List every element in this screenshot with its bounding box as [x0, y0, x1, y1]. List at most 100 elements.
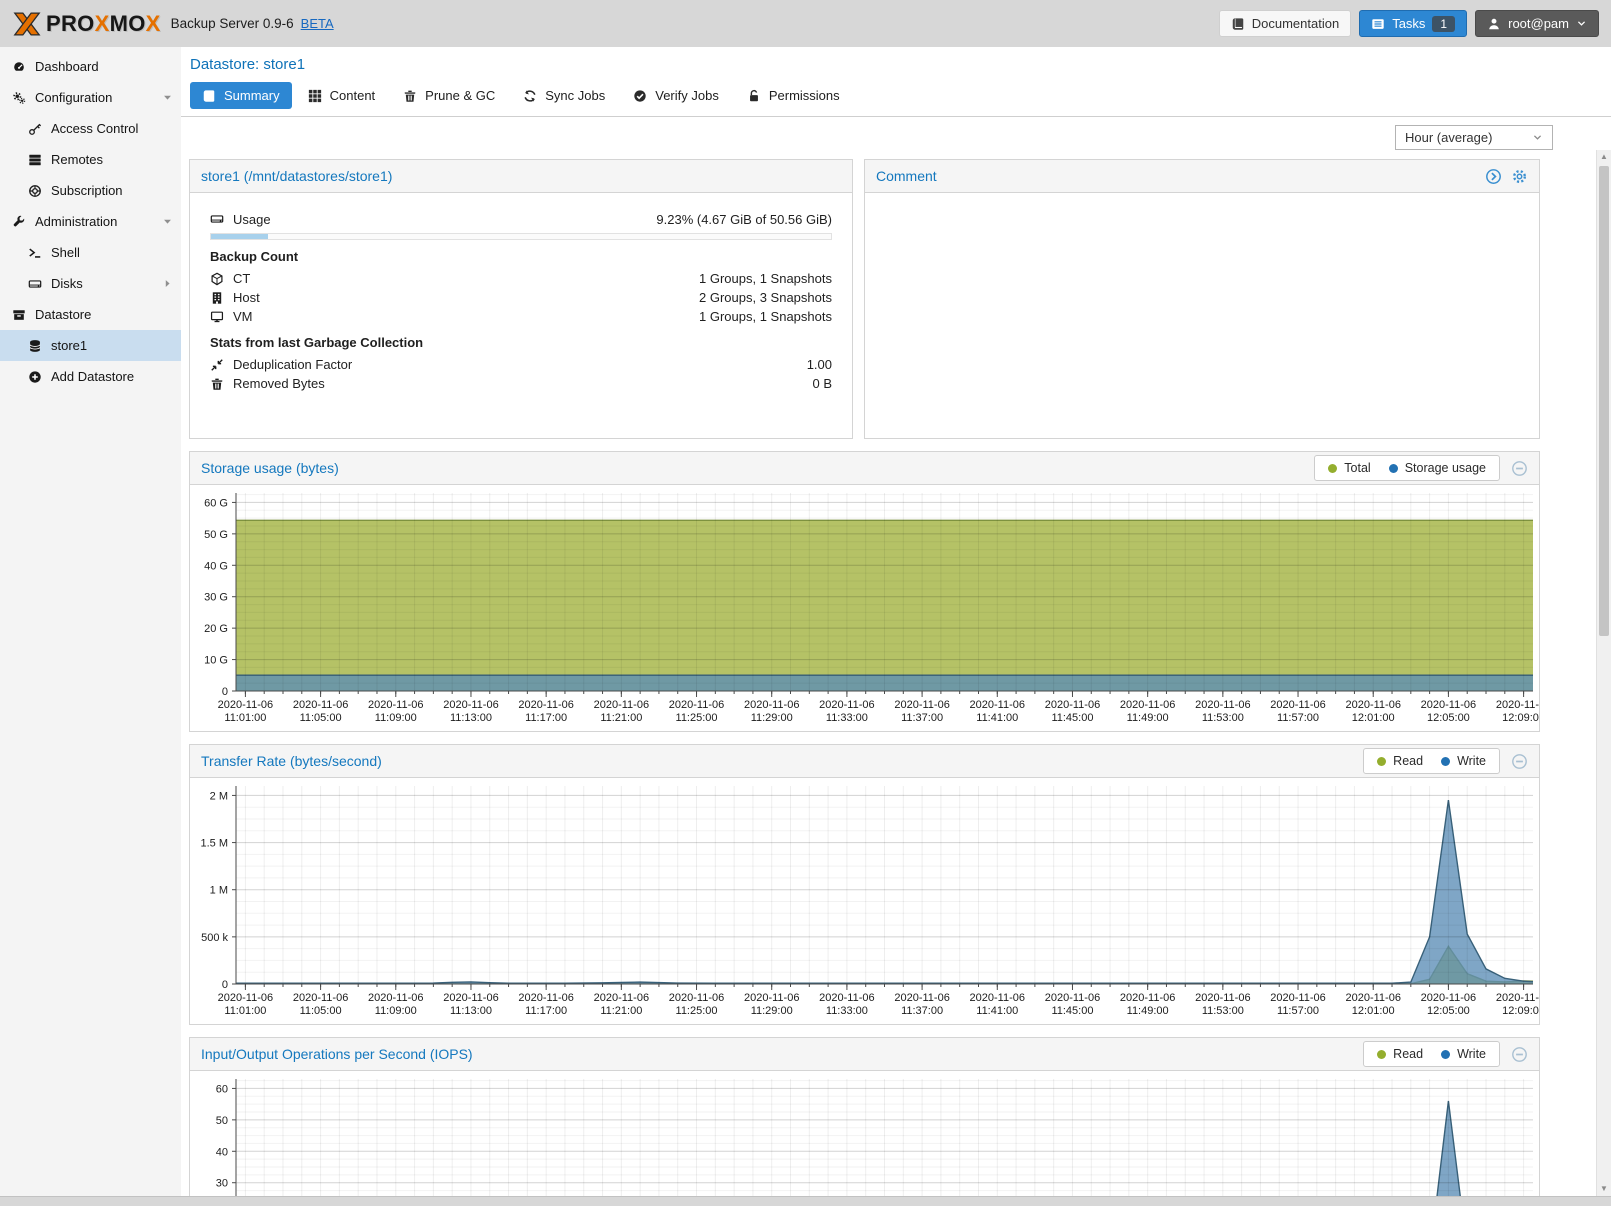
- legend-label: Write: [1457, 754, 1486, 768]
- minus-circle-icon[interactable]: [1511, 753, 1528, 770]
- legend-label: Storage usage: [1405, 461, 1486, 475]
- svg-text:0: 0: [222, 979, 228, 991]
- legend-item-write[interactable]: Write: [1441, 754, 1486, 768]
- chart-title: Input/Output Operations per Second (IOPS…: [201, 1046, 473, 1062]
- legend-item-write[interactable]: Write: [1441, 1047, 1486, 1061]
- sidebar-item-subscription[interactable]: Subscription: [0, 175, 181, 206]
- gauge-icon: [12, 60, 26, 74]
- sidebar-item-dashboard[interactable]: Dashboard: [0, 51, 181, 82]
- svg-text:0: 0: [222, 686, 228, 698]
- svg-text:30 G: 30 G: [204, 592, 228, 604]
- user-menu-button[interactable]: root@pam: [1475, 10, 1599, 37]
- tasks-count-badge: 1: [1432, 16, 1455, 32]
- svg-text:12:05:00: 12:05:00: [1427, 1005, 1470, 1017]
- tab-prune-gc[interactable]: Prune & GC: [391, 82, 507, 109]
- legend-item-read[interactable]: Read: [1377, 754, 1423, 768]
- sidebar-item-datastore[interactable]: Datastore: [0, 299, 181, 330]
- stat-label: VM: [233, 309, 253, 324]
- sidebar-item-add-datastore[interactable]: Add Datastore: [0, 361, 181, 392]
- trash-icon: [403, 89, 417, 103]
- caret-right-icon[interactable]: [162, 278, 173, 289]
- chart-legend: Total Storage usage: [1314, 455, 1500, 481]
- svg-text:11:37:00: 11:37:00: [901, 712, 943, 724]
- sidebar-item-label: Access Control: [51, 121, 173, 136]
- scroll-down-arrow[interactable]: ▼: [1597, 1182, 1611, 1196]
- svg-text:11:01:00: 11:01:00: [224, 712, 266, 724]
- svg-text:11:05:00: 11:05:00: [300, 712, 342, 724]
- terminal-icon: [28, 246, 42, 260]
- svg-text:40: 40: [216, 1146, 228, 1158]
- scroll-up-arrow[interactable]: ▲: [1597, 150, 1611, 164]
- chevron-circle-right-icon[interactable]: [1485, 168, 1502, 185]
- sidebar-item-label: Remotes: [51, 152, 173, 167]
- check-circle-icon: [633, 89, 647, 103]
- svg-text:2020-11-06: 2020-11-06: [518, 992, 573, 1004]
- tab-content[interactable]: Content: [296, 82, 388, 109]
- svg-text:11:21:00: 11:21:00: [600, 712, 642, 724]
- scrollbar-thumb[interactable]: [1599, 166, 1609, 636]
- toolbar: Hour (average): [181, 117, 1611, 157]
- legend-dot: [1389, 464, 1398, 473]
- legend-dot: [1377, 757, 1386, 766]
- server-list-icon: [28, 153, 42, 167]
- cube-icon: [210, 272, 224, 286]
- stat-row-deduplication-factor: Deduplication Factor1.00: [210, 355, 832, 374]
- tab-permissions[interactable]: Permissions: [735, 82, 852, 109]
- svg-text:11:53:00: 11:53:00: [1202, 712, 1244, 724]
- stat-value: 2 Groups, 3 Snapshots: [699, 290, 832, 305]
- tab-label: Summary: [224, 88, 280, 103]
- key-icon: [28, 122, 42, 136]
- sidebar-item-store1[interactable]: store1: [0, 330, 181, 361]
- minus-circle-icon[interactable]: [1511, 460, 1528, 477]
- svg-text:11:45:00: 11:45:00: [1051, 712, 1093, 724]
- stat-label: Host: [233, 290, 260, 305]
- chart-legend: Read Write: [1363, 1041, 1500, 1067]
- svg-text:2020-11-06: 2020-11-06: [1195, 992, 1250, 1004]
- legend-label: Read: [1393, 754, 1423, 768]
- legend-item-total[interactable]: Total: [1328, 461, 1370, 475]
- svg-text:11:33:00: 11:33:00: [826, 712, 868, 724]
- sidebar-item-label: Add Datastore: [51, 369, 173, 384]
- chart-legend: Read Write: [1363, 748, 1500, 774]
- svg-text:2020-11-06: 2020-11-06: [594, 699, 649, 711]
- tab-summary[interactable]: Summary: [190, 82, 292, 109]
- svg-text:2020-11-06: 2020-11-06: [218, 992, 273, 1004]
- sidebar-item-configuration[interactable]: Configuration: [0, 82, 181, 113]
- tab-sync-jobs[interactable]: Sync Jobs: [511, 82, 617, 109]
- svg-text:12:05:00: 12:05:00: [1427, 712, 1470, 724]
- legend-item-read[interactable]: Read: [1377, 1047, 1423, 1061]
- documentation-button[interactable]: Documentation: [1219, 10, 1351, 37]
- svg-text:11:29:00: 11:29:00: [751, 1005, 793, 1017]
- beta-link[interactable]: BETA: [301, 16, 334, 31]
- sidebar-item-access-control[interactable]: Access Control: [0, 113, 181, 144]
- caret-down-icon[interactable]: [162, 92, 173, 103]
- timeframe-select[interactable]: Hour (average): [1395, 125, 1553, 150]
- sidebar-item-disks[interactable]: Disks: [0, 268, 181, 299]
- comment-body[interactable]: [865, 193, 1539, 439]
- minus-circle-icon[interactable]: [1511, 1046, 1528, 1063]
- sidebar-item-administration[interactable]: Administration: [0, 206, 181, 237]
- storage-usage-panel: Storage usage (bytes)TotalStorage usage …: [189, 451, 1540, 732]
- book-icon: [1231, 17, 1245, 31]
- gear-icon[interactable]: [1511, 168, 1528, 185]
- sidebar-item-shell[interactable]: Shell: [0, 237, 181, 268]
- life-ring-icon: [28, 184, 42, 198]
- caret-down-icon[interactable]: [162, 216, 173, 227]
- sidebar-item-label: Dashboard: [35, 59, 173, 74]
- tasks-button[interactable]: Tasks 1: [1359, 10, 1467, 37]
- stat-row-ct: CT1 Groups, 1 Snapshots: [210, 269, 832, 288]
- svg-text:2020-11-06: 2020-11-06: [1120, 992, 1175, 1004]
- top-header: PROXMOX Backup Server 0.9-6 BETA Documen…: [0, 0, 1611, 47]
- svg-text:2020-11-06: 2020-11-06: [368, 699, 423, 711]
- sidebar-item-remotes[interactable]: Remotes: [0, 144, 181, 175]
- legend-item-storage-usage[interactable]: Storage usage: [1389, 461, 1486, 475]
- store-panel-title: store1 (/mnt/datastores/store1): [201, 168, 392, 184]
- stat-row-removed-bytes: Removed Bytes0 B: [210, 374, 832, 393]
- plus-circle-icon: [28, 370, 42, 384]
- svg-text:2020-11-06: 2020-11-06: [368, 992, 423, 1004]
- vertical-scrollbar[interactable]: ▲ ▼: [1596, 150, 1611, 1196]
- sidebar-item-label: Subscription: [51, 183, 173, 198]
- svg-text:2020-11-06: 2020-11-06: [218, 699, 273, 711]
- tab-verify-jobs[interactable]: Verify Jobs: [621, 82, 731, 109]
- tab-label: Verify Jobs: [655, 88, 719, 103]
